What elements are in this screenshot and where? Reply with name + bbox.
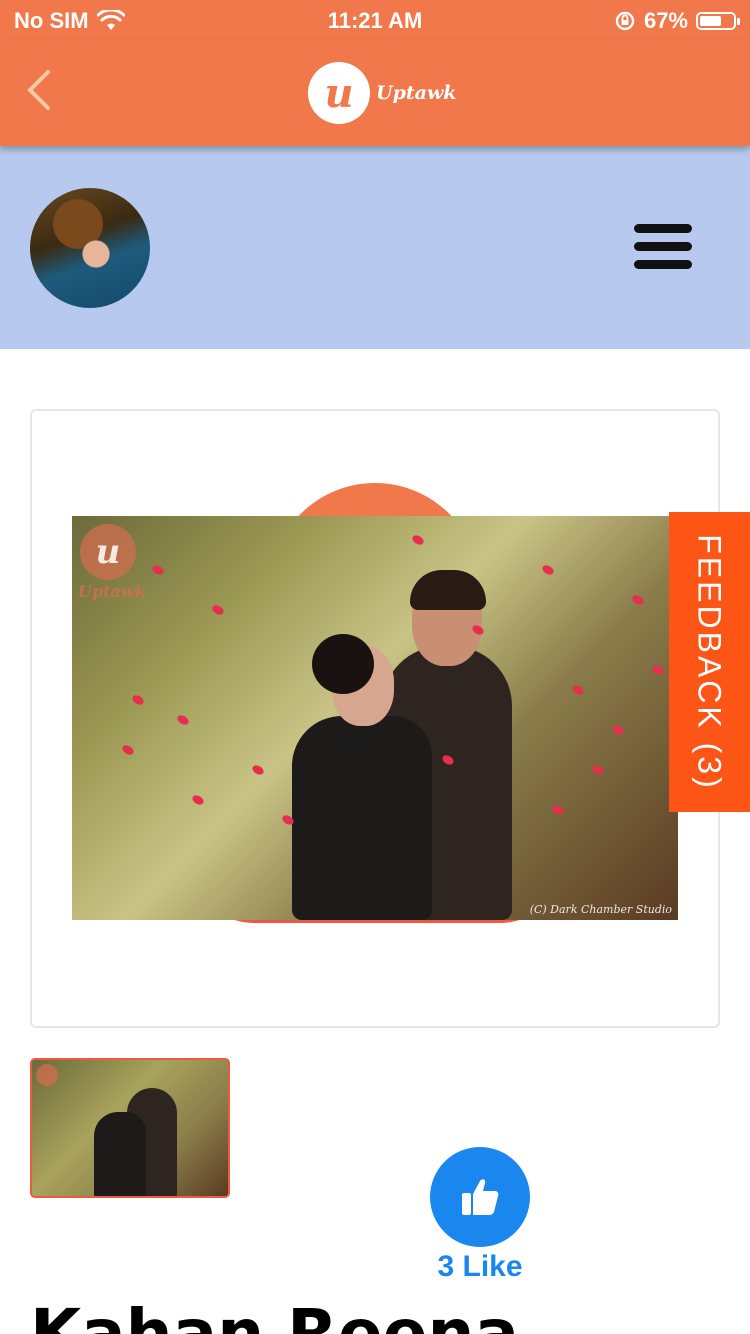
post-main-photo[interactable]: u Uptawk (C) Dark Chamber Studio [72,516,678,920]
profile-band [0,146,750,349]
battery-fill [700,16,721,26]
photo-thumbnail[interactable] [30,1058,230,1198]
photo-credit: (C) Dark Chamber Studio [529,903,672,916]
hamburger-menu-icon[interactable] [634,224,694,274]
like-count: 3 Like [437,1250,523,1283]
photo-watermark-letter: u [95,532,121,572]
photo-watermark-logo: u [80,524,136,580]
rotation-lock-icon [615,11,635,31]
avatar[interactable] [30,188,150,308]
logo-badge: u [308,62,370,124]
feedback-tab[interactable]: FEEDBACK (3) [669,512,750,812]
logo-text: Uptawk [376,82,457,104]
like-button[interactable] [430,1147,530,1247]
status-right: 67% [614,8,740,34]
chevron-left-icon [27,70,50,110]
menu-bar [634,260,692,269]
status-bar: No SIM 11:21 AM 67% [0,0,750,40]
menu-bar [634,224,692,233]
logo-letter: u [324,69,354,117]
app-header: u Uptawk [0,40,750,146]
post-title: Kahan Reena [30,1295,520,1334]
app-logo[interactable]: u Uptawk [308,62,456,124]
back-button[interactable] [24,68,68,118]
menu-bar [634,242,692,251]
battery-icon [696,12,740,30]
thumbs-up-icon [462,1179,499,1215]
photo-watermark-text: Uptawk [78,582,146,601]
battery-percent: 67% [643,8,688,33]
feedback-label: FEEDBACK (3) [692,533,729,791]
